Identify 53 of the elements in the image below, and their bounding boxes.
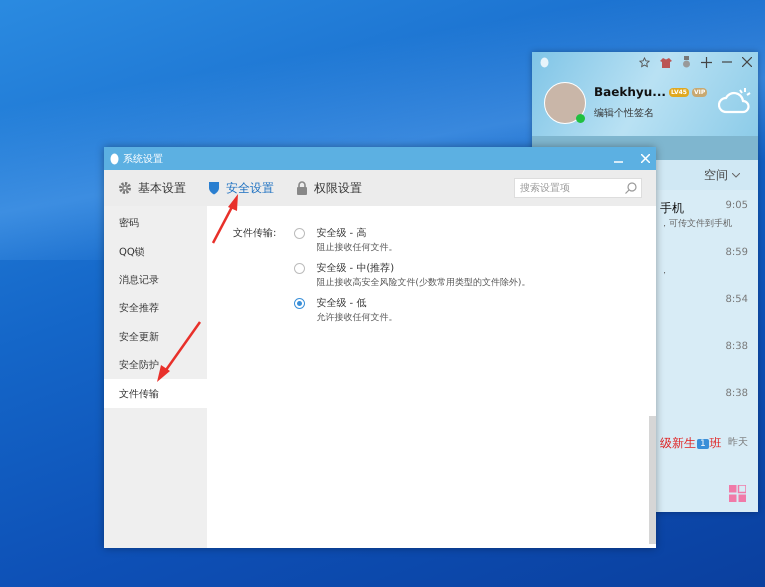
- sidebar-item[interactable]: 安全更新: [104, 322, 207, 351]
- signature-field[interactable]: 编辑个性签名: [594, 106, 654, 120]
- shield-icon: [208, 181, 220, 195]
- close-icon[interactable]: [742, 57, 752, 67]
- option-description: 允许接收任何文件。: [316, 312, 398, 324]
- space-tab[interactable]: 空间: [704, 166, 740, 184]
- minimize-icon[interactable]: [722, 61, 732, 63]
- scrollbar[interactable]: [649, 416, 656, 544]
- chat-time: 8:38: [726, 388, 748, 399]
- window-title: 系统设置: [123, 152, 164, 166]
- chat-time: 昨天: [728, 436, 748, 449]
- search-icon[interactable]: [625, 182, 637, 194]
- chat-preview: ，可传文件到手机: [660, 218, 732, 230]
- chat-time: 8:59: [726, 247, 748, 258]
- option-description: 阻止接收任何文件。: [316, 242, 398, 254]
- option-description: 阻止接收高安全风险文件(少数常用类型的文件除外)。: [316, 276, 530, 289]
- lock-icon: [296, 181, 308, 195]
- toolbar-tab[interactable]: 安全设置: [208, 180, 274, 196]
- sidebar-item[interactable]: 消息记录: [104, 266, 207, 294]
- shirt-icon[interactable]: [660, 56, 672, 68]
- gear-icon: [118, 181, 132, 195]
- sidebar-item[interactable]: QQ锁: [104, 237, 207, 266]
- apps-grid-icon[interactable]: [729, 485, 746, 502]
- chat-preview: ，: [660, 265, 669, 277]
- chat-title: 级新生 1 班: [660, 435, 722, 452]
- star-icon[interactable]: [639, 56, 650, 68]
- chat-time: 9:05: [726, 200, 748, 211]
- toolbar-tab[interactable]: 权限设置: [296, 180, 362, 196]
- medal-icon[interactable]: [682, 56, 691, 68]
- option-title: 安全级 - 高: [316, 226, 368, 240]
- chat-time: 8:54: [726, 294, 748, 305]
- sidebar-item[interactable]: 安全推荐: [104, 294, 207, 323]
- toolbar-tab[interactable]: 基本设置: [118, 180, 186, 196]
- avatar[interactable]: [544, 82, 586, 124]
- radio-button[interactable]: [294, 298, 306, 309]
- sidebar-item[interactable]: 密码: [104, 209, 207, 238]
- search-field[interactable]: 搜索设置项: [514, 178, 642, 198]
- number-badge: 1: [697, 438, 709, 448]
- option-title: 安全级 - 中(推荐): [316, 262, 396, 275]
- user-name: Baekhyu...: [594, 85, 666, 99]
- online-status-dot: [576, 114, 585, 123]
- sidebar-item[interactable]: 文件传输: [104, 379, 207, 408]
- setting-label: 文件传输:: [233, 226, 276, 241]
- annotation-arrow: [157, 321, 202, 382]
- weather-cloud-icon[interactable]: [718, 86, 752, 114]
- radio-button[interactable]: [294, 228, 306, 239]
- option-title: 安全级 - 低: [316, 296, 368, 310]
- radio-button[interactable]: [294, 263, 306, 274]
- plus-icon[interactable]: [701, 56, 712, 68]
- chat-time: 8:38: [726, 341, 748, 352]
- chevron-down-icon: [732, 172, 740, 178]
- chat-title: 手机: [660, 200, 684, 217]
- sidebar-item[interactable]: 安全防护: [104, 350, 207, 380]
